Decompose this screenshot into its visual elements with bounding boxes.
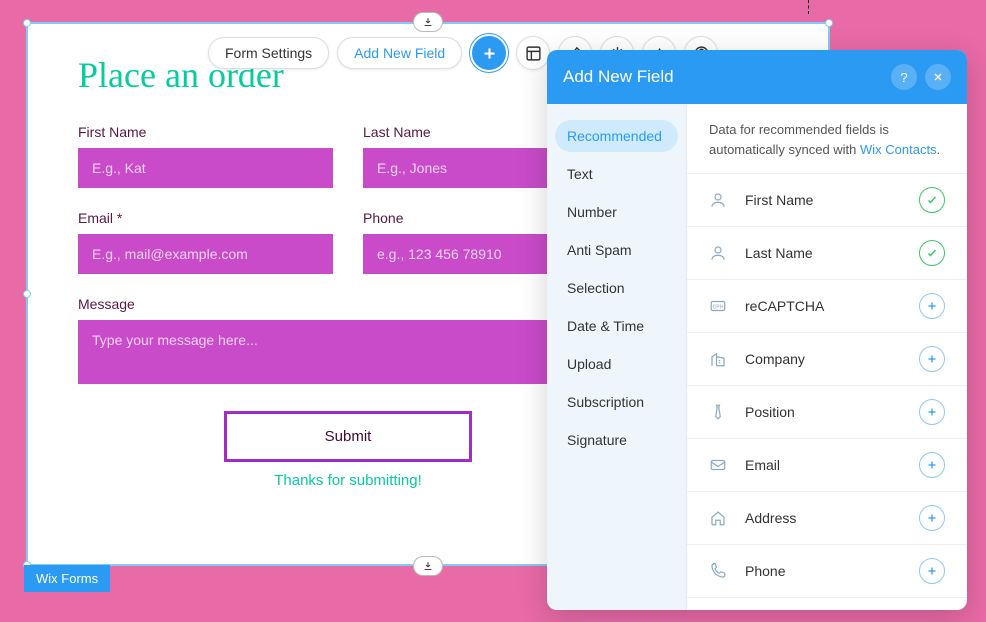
field-option[interactable]: Phone	[687, 545, 967, 598]
svg-text:CPH: CPH	[712, 304, 723, 310]
download-icon	[422, 560, 434, 572]
captcha-icon: CPH	[709, 297, 731, 315]
field-label: First Name	[745, 192, 919, 208]
first-name-input[interactable]	[78, 148, 333, 188]
submit-button[interactable]: Submit	[224, 411, 472, 462]
category-item[interactable]: Number	[555, 196, 678, 228]
panel-title: Add New Field	[563, 67, 883, 87]
panel-header: Add New Field ?	[547, 50, 967, 104]
stretch-handle-bottom[interactable]	[413, 556, 443, 576]
panel-close-button[interactable]	[925, 64, 951, 90]
person-icon	[709, 244, 731, 262]
field-list[interactable]: First Name Last Name CPH reCAPTCHA Company Po…	[687, 174, 967, 610]
home-icon	[709, 509, 731, 527]
building-icon	[709, 350, 731, 368]
wix-contacts-link[interactable]: Wix Contacts	[860, 142, 937, 157]
first-name-label: First Name	[78, 124, 333, 140]
field-option[interactable]: First Name	[687, 174, 967, 227]
category-item[interactable]: Anti Spam	[555, 234, 678, 266]
field-option[interactable]: Last Name	[687, 227, 967, 280]
add-field-button[interactable]	[919, 346, 945, 372]
email-label: Email *	[78, 210, 333, 226]
component-badge[interactable]: Wix Forms	[24, 565, 110, 592]
add-field-button[interactable]	[919, 293, 945, 319]
category-item[interactable]: Signature	[555, 424, 678, 456]
tie-icon	[709, 403, 731, 421]
category-item[interactable]: Text	[555, 158, 678, 190]
panel-description: Data for recommended fields is automatic…	[687, 104, 967, 174]
category-item[interactable]: Date & Time	[555, 310, 678, 342]
add-field-button[interactable]	[919, 399, 945, 425]
field-option[interactable]: Email	[687, 439, 967, 492]
category-item[interactable]: Subscription	[555, 386, 678, 418]
field-option[interactable]: CPH reCAPTCHA	[687, 280, 967, 333]
added-indicator	[919, 240, 945, 266]
ruler-tick	[808, 0, 809, 14]
field-label: reCAPTCHA	[745, 298, 919, 314]
category-item[interactable]: Selection	[555, 272, 678, 304]
layout-button[interactable]	[516, 36, 550, 70]
add-field-button[interactable]	[919, 505, 945, 531]
success-message: Thanks for submitting!	[78, 472, 618, 489]
add-field-button[interactable]	[919, 452, 945, 478]
field-option[interactable]: Position	[687, 386, 967, 439]
desc-text-b: .	[937, 142, 941, 157]
add-field-button[interactable]	[919, 558, 945, 584]
add-field-panel: Add New Field ? Recommended Text Number Ant…	[547, 50, 967, 610]
form-settings-button[interactable]: Form Settings	[208, 37, 329, 69]
field-label: Address	[745, 510, 919, 526]
message-input[interactable]	[78, 320, 618, 384]
field-option[interactable]: Company	[687, 333, 967, 386]
category-item[interactable]: Recommended	[555, 120, 678, 152]
plus-icon	[481, 45, 498, 62]
resize-handle[interactable]	[825, 19, 833, 27]
phone-icon	[709, 562, 731, 580]
field-option[interactable]: Address	[687, 492, 967, 545]
category-item[interactable]: Upload	[555, 348, 678, 380]
person-icon	[709, 191, 731, 209]
field-label: Position	[745, 404, 919, 420]
field-label: Phone	[745, 563, 919, 579]
close-icon	[932, 71, 944, 83]
envelope-icon	[709, 456, 731, 474]
field-label: Company	[745, 351, 919, 367]
add-button[interactable]	[470, 34, 508, 72]
message-label: Message	[78, 296, 618, 312]
panel-help-button[interactable]: ?	[891, 64, 917, 90]
email-input[interactable]	[78, 234, 333, 274]
layout-icon	[525, 45, 542, 62]
category-list: Recommended Text Number Anti Spam Selection D…	[547, 104, 687, 610]
field-label: Email	[745, 457, 919, 473]
field-label: Last Name	[745, 245, 919, 261]
add-new-field-button[interactable]: Add New Field	[337, 37, 462, 69]
added-indicator	[919, 187, 945, 213]
field-option[interactable]: 17Birthday	[687, 598, 967, 610]
